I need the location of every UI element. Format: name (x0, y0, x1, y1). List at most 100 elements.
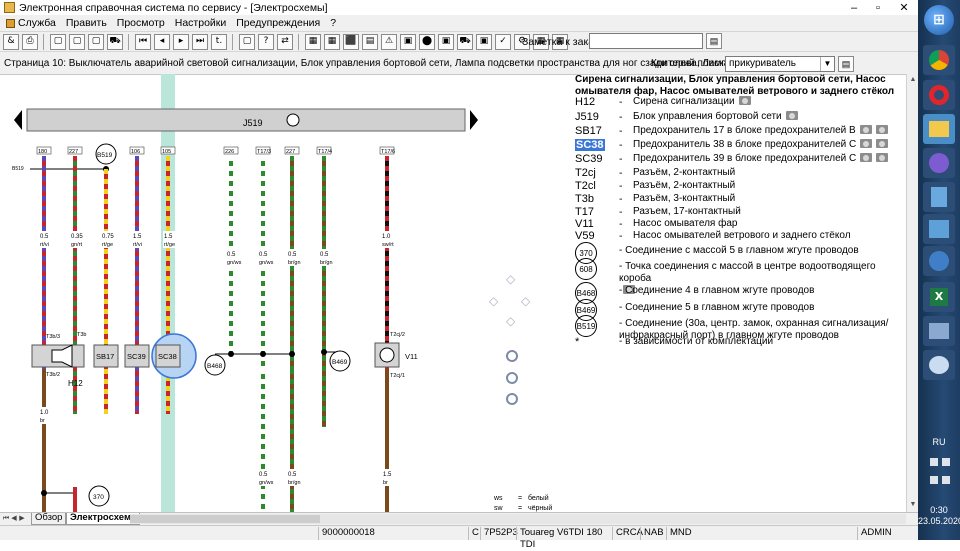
calculator-icon[interactable] (923, 182, 955, 212)
toolbar-button-21[interactable]: ⬤ (419, 33, 435, 50)
camera-icon[interactable] (738, 96, 751, 105)
control-panel-icon[interactable] (923, 214, 955, 244)
toolbar-button-8[interactable]: ◂ (154, 33, 170, 50)
toolbar-button-24[interactable]: ▣ (476, 33, 492, 50)
toolbar-button-23[interactable]: ⛟ (457, 33, 473, 50)
toolbar-button-14[interactable]: ⇄ (277, 33, 293, 50)
tray-network-icon[interactable] (930, 476, 938, 484)
toolbar-button-11[interactable]: t. (211, 33, 227, 50)
toolbar-button-9[interactable]: ▸ (173, 33, 189, 50)
toolbar-button-7[interactable]: ⏮ (135, 33, 151, 50)
tab-first-icon[interactable]: ⏮ (2, 513, 10, 524)
menu-service[interactable]: Служба (6, 17, 56, 29)
legend-code[interactable]: T17 (575, 206, 619, 218)
legend-item[interactable]: SB17- Предохранитель 17 в блоке предохран… (575, 125, 888, 137)
toolbar-button-22[interactable]: ▣ (438, 33, 454, 50)
legend-item[interactable]: T3b - Разъём, 3-контактный (575, 193, 735, 205)
tab-overview[interactable]: Обзор (31, 513, 67, 525)
minimize-button[interactable]: – (842, 0, 866, 15)
camera-icon[interactable] (785, 111, 798, 120)
legend-item[interactable]: V59- Насос омывателей ветрового и заднего… (575, 230, 851, 242)
toolbar-button-12[interactable]: ▢ (239, 33, 255, 50)
scroll-up-icon[interactable]: ▲ (908, 75, 918, 85)
toolbar-button-6[interactable]: ⛟ (107, 33, 123, 50)
legend-code[interactable]: SC38 (575, 139, 605, 151)
order-note-input[interactable] (589, 33, 703, 49)
close-button[interactable]: ✕ (892, 0, 916, 15)
toolbar-button-5[interactable]: ▢ (88, 33, 104, 50)
toolbar-button-25[interactable]: ✓ (495, 33, 511, 50)
zoom-out-icon[interactable] (506, 393, 518, 405)
file-explorer-icon[interactable] (923, 114, 955, 144)
toolbar-button-13[interactable]: ? (258, 33, 274, 50)
menu-settings[interactable]: Настройки (175, 17, 227, 29)
menu-edit[interactable]: Править (66, 17, 107, 29)
chrome-icon[interactable] (923, 45, 955, 75)
legend-code[interactable]: H12 (575, 96, 619, 108)
camera-icon[interactable] (860, 153, 873, 162)
tray-volume-icon[interactable] (942, 476, 950, 484)
start-button[interactable]: ⊞ (924, 5, 954, 35)
menu-view[interactable]: Просмотр (117, 17, 165, 29)
pan-up-icon[interactable]: ◇ (506, 272, 515, 286)
legend-code[interactable]: J519 (575, 111, 619, 123)
camera-icon[interactable] (876, 153, 889, 162)
maximize-button[interactable]: ▫ (866, 0, 890, 15)
legend-code[interactable]: V59 (575, 230, 619, 242)
legend-code[interactable]: T2cl (575, 180, 619, 192)
legend-item[interactable]: T2cj - Разъём, 2-контактный (575, 167, 735, 179)
camera-icon[interactable] (875, 125, 888, 134)
camera-icon[interactable] (859, 125, 872, 134)
opera-icon[interactable] (923, 80, 955, 110)
pan-down-icon[interactable]: ◇ (506, 314, 515, 328)
search-criterion-button[interactable]: ▤ (838, 56, 854, 72)
tray-battery-icon[interactable] (930, 458, 938, 466)
tray-language[interactable]: RU (918, 437, 960, 447)
menu-warnings[interactable]: Предупреждения (236, 17, 320, 29)
menu-help[interactable]: ? (330, 17, 336, 29)
remote-app-icon[interactable] (923, 316, 955, 346)
legend-code[interactable]: T3b (575, 193, 619, 205)
tab-next-icon[interactable]: ▶ (18, 513, 26, 524)
pan-right-icon[interactable]: ◇ (521, 294, 530, 308)
legend-item[interactable]: V11- Насос омывателя фар (575, 218, 737, 230)
toolbar-button-2[interactable]: ⎙ (22, 33, 38, 50)
zoom-in-icon[interactable] (506, 350, 518, 362)
scroll-thumb[interactable] (130, 515, 320, 523)
legend-code[interactable]: T2cj (575, 167, 619, 179)
search-criterion-select[interactable]: прикуривatель ▼ (725, 56, 835, 72)
toolbar-button-1[interactable]: & (3, 33, 19, 50)
legend-item[interactable]: T17- Разъем, 17-контактный (575, 206, 741, 218)
toolbar-button-3[interactable]: ▢ (50, 33, 66, 50)
order-note-button[interactable]: ▤ (706, 33, 722, 49)
toolbar-button-15[interactable]: ▦ (305, 33, 321, 50)
vertical-scrollbar[interactable]: ▲ ▼ (906, 74, 918, 512)
legend-code[interactable]: SB17 (575, 125, 619, 137)
paint-icon[interactable] (923, 350, 955, 380)
toolbar-button-19[interactable]: ⚠ (381, 33, 397, 50)
tab-prev-icon[interactable]: ◀ (10, 513, 18, 524)
toolbar-button-16[interactable]: ▦ (324, 33, 340, 50)
legend-item[interactable]: H12- Сирена сигнализации (575, 96, 751, 108)
legend-item[interactable]: SC38 - Предохранитель 38 в блоке предохран… (575, 139, 889, 151)
toolbar-button-17[interactable]: ⬛ (343, 33, 359, 50)
legend-item[interactable]: SC39- Предохранитель 39 в блоке предохран… (575, 153, 889, 165)
scroll-down-icon[interactable]: ▼ (908, 500, 918, 510)
pan-left-icon[interactable]: ◇ (489, 294, 498, 308)
excel-icon[interactable]: X (923, 282, 955, 312)
wiring-diagram[interactable]: J519 180 227 B519 106 105 226 T17/3 227 T17/4 T17/… (0, 74, 570, 512)
toolbar-button-20[interactable]: ▣ (400, 33, 416, 50)
app-globe-icon[interactable] (923, 246, 955, 276)
legend-item[interactable]: T2cl - Разъём, 2-контактный (575, 180, 735, 192)
toolbar-button-10[interactable]: ⏭ (192, 33, 208, 50)
legend-item[interactable]: J519- Блок управления бортовой сети (575, 111, 798, 123)
legend-code[interactable]: SC39 (575, 153, 619, 165)
zoom-fit-icon[interactable] (506, 372, 518, 384)
chevron-down-icon[interactable]: ▼ (820, 57, 834, 71)
viber-icon[interactable] (923, 148, 955, 178)
tray-clock[interactable]: 0:30 23.05.2020 (918, 505, 960, 527)
horizontal-scrollbar[interactable] (130, 514, 906, 524)
legend-code[interactable]: V11 (575, 218, 619, 230)
toolbar-button-18[interactable]: ▤ (362, 33, 378, 50)
camera-icon[interactable] (876, 139, 889, 148)
